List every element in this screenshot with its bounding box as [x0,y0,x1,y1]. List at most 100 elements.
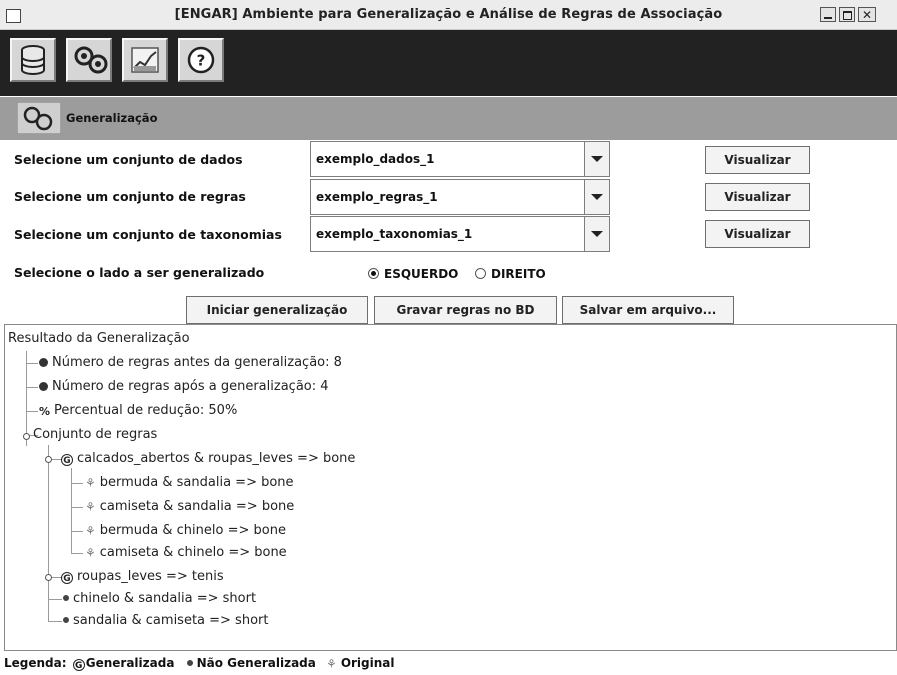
generalized-icon: G [72,659,85,671]
ruleset-node[interactable]: Conjunto de regras [33,427,157,442]
dataset-dropdown-button[interactable] [584,142,609,176]
chevron-down-icon [591,231,603,237]
analysis-button[interactable] [122,38,168,82]
non-generalized-rule[interactable]: chinelo & sandalia => short [61,591,256,606]
original-rule[interactable]: ⚘ camiseta & chinelo => bone [85,545,287,560]
tree-line [48,599,62,600]
generalized-icon: G [61,572,73,584]
generalized-rule-2-text: roupas_leves => tenis [77,569,224,584]
tree-line [26,363,38,364]
tree-line [71,483,83,484]
window-title: [ENGAR] Ambiente para Generalização e An… [174,7,723,22]
section-header: Generalização [0,97,897,140]
legend-not-generalized: Não Generalizada [196,656,316,670]
original-icon: ⚘ [85,500,96,514]
tree-root[interactable]: Resultado da Generalização [8,331,190,346]
stat-reduction-text: Percentual de redução: 50% [54,403,238,418]
stat-before[interactable]: Número de regras antes da generalização:… [39,355,342,370]
original-icon: ⚘ [85,546,96,560]
start-generalization-button[interactable]: Iniciar generalização [186,296,368,324]
generalized-icon: G [61,454,73,466]
original-rule-text: bermuda & chinelo => bone [99,523,286,538]
legend-original: Original [340,656,395,670]
expand-handle-icon[interactable] [45,574,52,581]
close-button[interactable]: ✕ [858,7,876,22]
maximize-button[interactable] [839,7,855,22]
generalization-button[interactable] [66,38,112,82]
stat-after[interactable]: Número de regras após a generalização: 4 [39,379,329,394]
side-label: Selecione o lado a ser generalizado [14,265,265,280]
generalized-rule-1-text: calcados_abertos & roupas_leves => bone [77,451,356,466]
stat-after-text: Número de regras após a generalização: 4 [52,379,329,394]
rules-label: Selecione um conjunto de regras [14,189,246,204]
original-rule-text: camiseta & sandalia => bone [99,499,295,514]
tree-line [71,553,83,554]
original-rule[interactable]: ⚘ bermuda & chinelo => bone [85,523,286,538]
minimize-button[interactable] [820,7,836,22]
database-button[interactable] [10,38,56,82]
non-generalized-rule-text: sandalia & camiseta => short [73,613,269,628]
taxonomies-select-value: exemplo_taxonomias_1 [316,227,473,241]
view-rules-button[interactable]: Visualizar [705,183,810,211]
tree-line [26,387,38,388]
original-icon: ⚘ [85,476,96,490]
help-icon: ? [187,46,215,74]
tree-line [71,531,83,532]
original-icon: ⚘ [326,657,337,671]
chevron-down-icon [591,156,603,162]
database-icon [21,45,45,75]
expand-handle-icon[interactable] [45,456,52,463]
tree-line [71,507,83,508]
title-bar: [ENGAR] Ambiente para Generalização e An… [0,0,897,30]
tree-line [26,411,38,412]
save-file-button[interactable]: Salvar em arquivo... [562,296,734,324]
dataset-select[interactable]: exemplo_dados_1 [310,141,610,177]
generalized-rule-2[interactable]: Groupas_leves => tenis [61,569,224,584]
view-taxonomies-button[interactable]: Visualizar [705,220,810,248]
rules-select-value: exemplo_regras_1 [316,190,438,204]
view-dataset-button[interactable]: Visualizar [705,146,810,174]
tree-line [26,351,27,446]
stat-before-text: Número de regras antes da generalização:… [52,355,342,370]
radio-unchecked-icon [475,268,486,279]
dataset-label: Selecione um conjunto de dados [14,152,243,167]
radio-right[interactable]: DIREITO [475,267,546,281]
stat-reduction[interactable]: % Percentual de redução: 50% [39,403,237,418]
toolbar: ? [0,30,897,96]
taxonomies-select[interactable]: exemplo_taxonomias_1 [310,216,610,252]
tree-line [48,445,49,621]
original-rule[interactable]: ⚘ camiseta & sandalia => bone [85,499,294,514]
gears-icon [74,46,108,74]
chevron-down-icon [591,194,603,200]
section-title: Generalização [66,111,158,125]
radio-left[interactable]: ESQUERDO [368,267,458,281]
legend-prefix: Legenda: [4,656,67,670]
taxonomies-dropdown-button[interactable] [584,217,609,251]
hash-icon [39,382,48,391]
tree-line [71,468,72,553]
gears-icon [17,102,61,134]
taxonomies-label: Selecione um conjunto de taxonomias [14,227,282,242]
legend-generalized: Generalizada [85,656,175,670]
close-icon: ✕ [862,8,873,22]
non-generalized-rule-text: chinelo & sandalia => short [73,591,257,606]
bullet-icon [63,617,69,623]
help-button[interactable]: ? [178,38,224,82]
bullet-icon [63,595,69,601]
tree-line [48,621,62,622]
chart-icon [131,47,159,73]
rules-dropdown-button[interactable] [584,180,609,214]
generalized-rule-1[interactable]: Gcalcados_abertos & roupas_leves => bone [61,451,355,466]
radio-checked-icon [368,268,379,279]
dataset-select-value: exemplo_dados_1 [316,152,435,166]
expand-handle-icon[interactable] [23,433,30,440]
original-rule-text: bermuda & sandalia => bone [99,475,294,490]
result-tree[interactable]: Resultado da Generalização Número de reg… [4,324,897,651]
save-db-button[interactable]: Gravar regras no BD [374,296,557,324]
rules-select[interactable]: exemplo_regras_1 [310,179,610,215]
radio-right-label: DIREITO [491,267,546,281]
non-generalized-rule[interactable]: sandalia & camiseta => short [61,613,268,628]
legend: Legenda: G Generalizada Não Generalizada … [4,656,395,671]
original-rule[interactable]: ⚘ bermuda & sandalia => bone [85,475,294,490]
original-rule-text: camiseta & chinelo => bone [99,545,287,560]
